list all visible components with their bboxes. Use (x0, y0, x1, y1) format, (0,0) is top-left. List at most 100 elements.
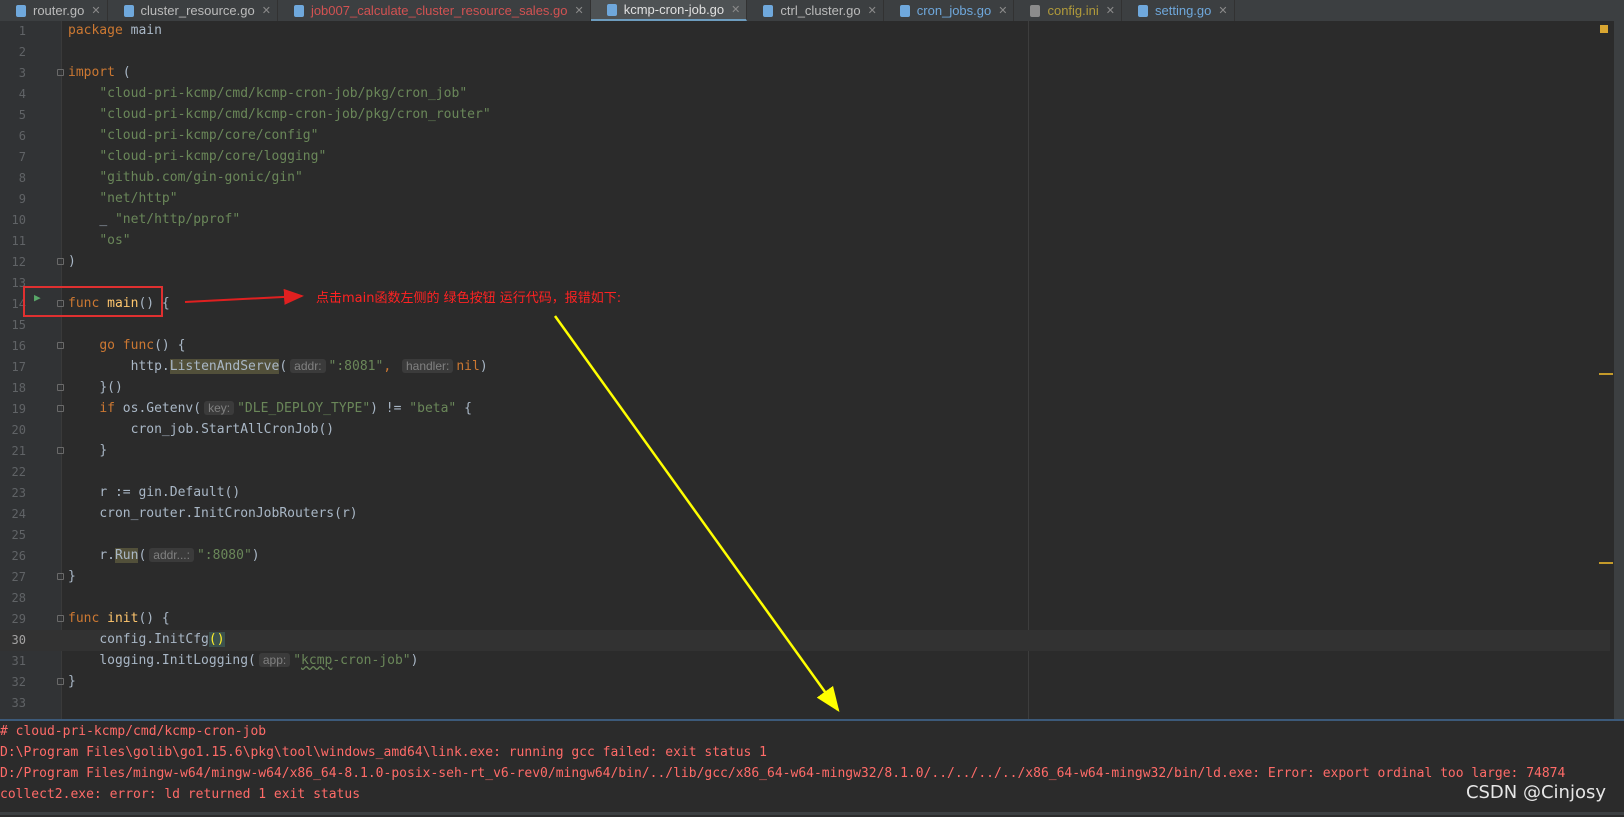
code-line[interactable]: 29 func init() { (0, 609, 1610, 630)
code-line[interactable]: 4 "cloud-pri-kcmp/cmd/kcmp-cron-job/pkg/… (0, 84, 1610, 105)
fold-icon[interactable] (57, 615, 64, 622)
tab-label: cron_jobs.go (916, 3, 992, 18)
tab-cron-jobs-go[interactable]: cron_jobs.go ✕ (884, 0, 1015, 21)
run-console[interactable]: # cloud-pri-kcmp/cmd/kcmp-cron-job D:\Pr… (0, 719, 1624, 817)
code-text: r := gin.Default() (99, 485, 241, 500)
line-number: 26 (11, 549, 26, 563)
close-icon[interactable]: ✕ (998, 4, 1007, 17)
code-line[interactable]: 26 r.Run(addr...: ":8080") (0, 546, 1610, 567)
close-icon[interactable]: ✕ (262, 4, 271, 17)
warning-icon[interactable] (1600, 25, 1608, 33)
code-line[interactable]: 33 (0, 693, 1610, 714)
keyword: import (68, 65, 115, 80)
go-file-icon (899, 4, 910, 17)
tab-label: job007_calculate_cluster_resource_sales.… (310, 3, 568, 18)
warning-marker[interactable] (1599, 562, 1613, 564)
code-text: } (99, 443, 108, 458)
code-line[interactable]: 9 "net/http" (0, 189, 1610, 210)
paren: ( (279, 359, 288, 374)
fold-icon[interactable] (57, 342, 64, 349)
right-tool-strip[interactable] (1614, 21, 1624, 719)
code-line[interactable]: 25 (0, 525, 1610, 546)
error-stripe[interactable] (1598, 21, 1614, 719)
code-line[interactable]: 23 r := gin.Default() (0, 483, 1610, 504)
close-icon[interactable]: ✕ (1106, 4, 1115, 17)
fold-icon[interactable] (57, 447, 64, 454)
go-file-icon (293, 4, 304, 17)
fold-icon[interactable] (57, 258, 64, 265)
code-line[interactable]: 22 (0, 462, 1610, 483)
code-line[interactable]: 15 (0, 315, 1610, 336)
code-line[interactable]: 10 _ "net/http/pprof" (0, 210, 1610, 231)
tab-ctrl-cluster-go[interactable]: ctrl_cluster.go ✕ (747, 0, 884, 21)
code-line[interactable]: 18 }() (0, 378, 1610, 399)
keyword: package (68, 23, 123, 38)
tab-label: ctrl_cluster.go (780, 3, 861, 18)
code-line[interactable]: 12) (0, 252, 1610, 273)
close-icon[interactable]: ✕ (868, 4, 877, 17)
code-line[interactable]: 2 (0, 42, 1610, 63)
code-line[interactable]: 31 logging.InitLogging(app: "kcmp-cron-jo… (0, 651, 1610, 672)
code-line[interactable]: 14 func main() { (0, 294, 1610, 315)
code-text: os.Getenv( (122, 401, 202, 416)
code-line[interactable]: 5 "cloud-pri-kcmp/cmd/kcmp-cron-job/pkg/… (0, 105, 1610, 126)
code-editor[interactable]: 1 package main 2 3 import ( 4 "cloud-pri-k… (0, 21, 1624, 719)
matched-paren: () (208, 632, 225, 647)
close-icon[interactable]: ✕ (1218, 4, 1227, 17)
tab-job007-go[interactable]: job007_calculate_cluster_resource_sales.… (278, 0, 591, 21)
fold-icon[interactable] (57, 573, 64, 580)
paren: ( (122, 65, 131, 80)
line-number: 23 (11, 486, 26, 500)
code-line[interactable]: 8 "github.com/gin-gonic/gin" (0, 168, 1610, 189)
tab-cluster-resource-go[interactable]: cluster_resource.go ✕ (108, 0, 278, 21)
fold-icon[interactable] (57, 69, 64, 76)
code-line[interactable]: 28 (0, 588, 1610, 609)
code-line[interactable]: 21 } (0, 441, 1610, 462)
go-file-icon (123, 4, 134, 17)
tab-setting-go[interactable]: setting.go ✕ (1122, 0, 1235, 21)
fold-icon[interactable] (57, 678, 64, 685)
code-line[interactable]: 27} (0, 567, 1610, 588)
code-line-current[interactable]: 30 config.InitCfg() (0, 630, 1610, 651)
close-icon[interactable]: ✕ (575, 4, 584, 17)
code-line[interactable]: 11 "os" (0, 231, 1610, 252)
line-number: 20 (11, 423, 26, 437)
line-number: 5 (18, 108, 26, 122)
code-line[interactable]: 24 cron_router.InitCronJobRouters(r) (0, 504, 1610, 525)
code-line[interactable]: 3 import ( (0, 63, 1610, 84)
code-line[interactable]: 1 package main (0, 21, 1610, 42)
string-literal: -cron-job" (332, 653, 411, 668)
code-line[interactable]: 6 "cloud-pri-kcmp/core/config" (0, 126, 1610, 147)
keyword: nil (456, 359, 480, 374)
fold-icon[interactable] (57, 384, 64, 391)
code-line[interactable]: 16 go func() { (0, 336, 1610, 357)
line-number: 24 (11, 507, 26, 521)
code-text: } (68, 674, 76, 689)
go-file-icon (606, 3, 617, 16)
code-line[interactable]: 7 "cloud-pri-kcmp/core/logging" (0, 147, 1610, 168)
line-number: 31 (11, 654, 26, 668)
tab-config-ini[interactable]: config.ini ✕ (1014, 0, 1122, 21)
console-line: # cloud-pri-kcmp/cmd/kcmp-cron-job (0, 724, 267, 739)
code-text: config.InitCfg (99, 632, 209, 647)
code-line[interactable]: 19 if os.Getenv(key: "DLE_DEPLOY_TYPE") !… (0, 399, 1610, 420)
line-number: 27 (11, 570, 26, 584)
tab-kcmp-cron-job-go[interactable]: kcmp-cron-job.go ✕ (590, 0, 748, 21)
close-icon[interactable]: ✕ (91, 4, 100, 17)
import-path: "net/http/pprof" (114, 212, 241, 227)
tab-label: config.ini (1047, 3, 1099, 18)
param-hint: handler: (401, 359, 454, 373)
import-path: "cloud-pri-kcmp/cmd/kcmp-cron-job/pkg/cr… (99, 107, 491, 122)
highlight-box (23, 286, 163, 317)
code-line[interactable]: 32} (0, 672, 1610, 693)
code-line[interactable]: 20 cron_job.StartAllCronJob() (0, 420, 1610, 441)
warning-marker[interactable] (1599, 373, 1613, 375)
tab-router-go[interactable]: router.go ✕ (0, 0, 108, 21)
fold-icon[interactable] (57, 405, 64, 412)
line-number: 19 (11, 402, 26, 416)
keyword: go (99, 338, 115, 353)
paren: ) (479, 359, 488, 374)
code-line[interactable]: 17 http.ListenAndServe(addr: ":8081", han… (0, 357, 1610, 378)
close-icon[interactable]: ✕ (731, 3, 740, 16)
code-line[interactable]: 13 (0, 273, 1610, 294)
